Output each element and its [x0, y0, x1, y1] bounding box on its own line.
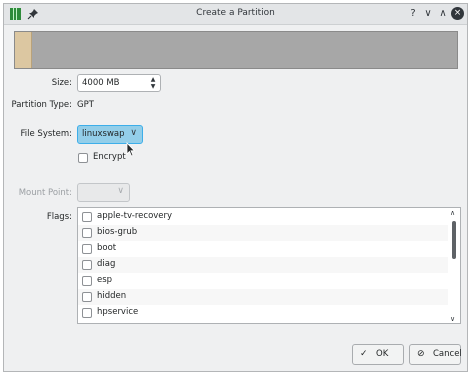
create-partition-dialog: Create a Partition ? ∨ ∧ × Size: 4000 MB…: [3, 3, 468, 372]
checkmark-icon: ✓: [360, 349, 368, 359]
cancel-icon: ⊘: [417, 349, 425, 359]
title-bar[interactable]: Create a Partition ? ∨ ∧ ×: [4, 4, 467, 25]
list-item[interactable]: [78, 321, 448, 323]
scroll-down-icon[interactable]: ∨: [450, 315, 455, 323]
partition-type-label: Partition Type:: [11, 100, 72, 110]
cancel-button[interactable]: ⊘ Cancel: [409, 344, 462, 365]
list-item[interactable]: bios-grub: [78, 225, 448, 241]
flag-checkbox[interactable]: [82, 276, 92, 286]
list-item[interactable]: hpservice: [78, 305, 448, 321]
flag-checkbox[interactable]: [82, 244, 92, 254]
flags-list[interactable]: apple-tv-recovery bios-grub boot diag es…: [77, 207, 461, 324]
flag-label: diag: [97, 259, 116, 269]
list-item[interactable]: esp: [78, 273, 448, 289]
flag-label: hidden: [97, 291, 127, 301]
file-system-value: linuxswap: [82, 129, 125, 139]
flag-checkbox[interactable]: [82, 292, 92, 302]
mount-point-combobox: ∨: [77, 183, 130, 202]
cancel-button-label: Cancel: [433, 349, 462, 359]
flag-checkbox[interactable]: [82, 228, 92, 238]
flag-label: boot: [97, 243, 117, 253]
size-spinbox[interactable]: 4000 MB ▲ ▼: [77, 74, 161, 92]
flag-label: esp: [97, 275, 113, 285]
flag-checkbox[interactable]: [82, 308, 92, 318]
minimize-button[interactable]: ∨: [421, 7, 435, 21]
mount-point-label: Mount Point:: [18, 188, 72, 198]
window-title: Create a Partition: [196, 8, 275, 18]
close-button[interactable]: ×: [451, 7, 464, 20]
list-item[interactable]: boot: [78, 241, 448, 257]
chevron-down-icon: ∨: [130, 128, 137, 138]
mouse-cursor-icon: [126, 142, 136, 157]
list-item[interactable]: apple-tv-recovery: [78, 209, 448, 225]
maximize-button[interactable]: ∧: [436, 7, 450, 21]
flag-checkbox[interactable]: [82, 260, 92, 270]
flag-label: bios-grub: [97, 227, 138, 237]
partition-type-value: GPT: [77, 100, 94, 110]
size-label: Size:: [51, 78, 72, 88]
file-system-label: File System:: [20, 129, 73, 139]
scrollbar-handle[interactable]: [452, 221, 456, 259]
ok-button-label: OK: [376, 349, 389, 359]
partition-preview-bar: [14, 31, 458, 69]
list-item[interactable]: hidden: [78, 289, 448, 305]
help-button[interactable]: ?: [406, 7, 420, 21]
flag-label: hpservice: [97, 307, 139, 317]
flag-checkbox[interactable]: [82, 212, 92, 222]
encrypt-label[interactable]: Encrypt: [93, 152, 126, 162]
chevron-down-icon: ∨: [117, 186, 124, 196]
scroll-up-icon[interactable]: ∧: [450, 209, 455, 217]
ok-button[interactable]: ✓ OK: [352, 344, 404, 365]
encrypt-checkbox[interactable]: [78, 153, 88, 163]
spin-arrows-icon[interactable]: ▲ ▼: [149, 76, 157, 90]
list-item[interactable]: diag: [78, 257, 448, 273]
flag-label: apple-tv-recovery: [97, 211, 173, 221]
new-partition-segment: [15, 32, 32, 68]
flags-scrollbar[interactable]: ∧ ∨: [448, 208, 460, 323]
size-value: 4000 MB: [82, 78, 120, 88]
flags-label: Flags:: [46, 212, 72, 222]
